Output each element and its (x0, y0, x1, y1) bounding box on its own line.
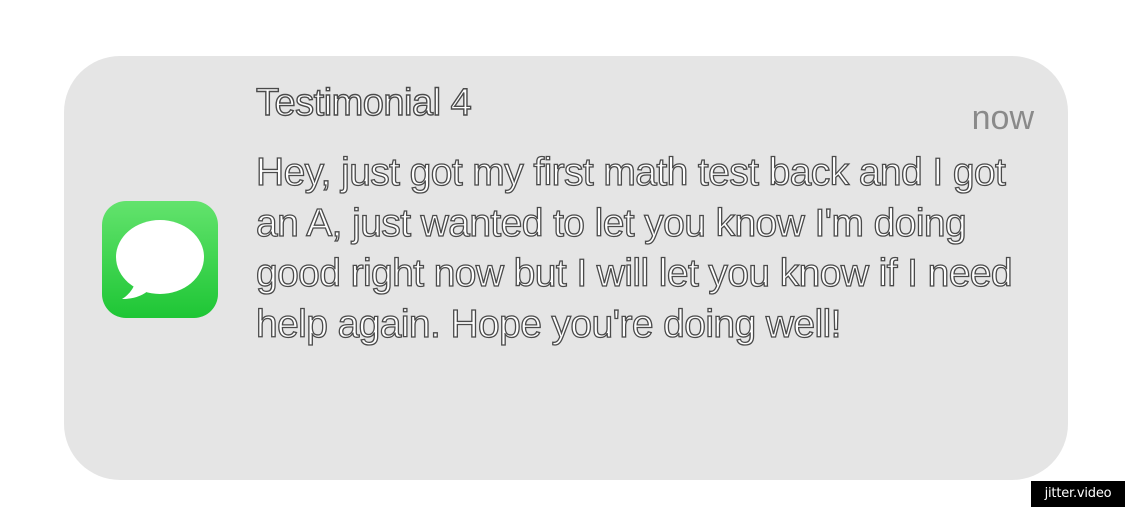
notification-body: Hey, just got my first math test back an… (255, 150, 1013, 346)
canvas: Testimonial 4 now Hey, just got my first… (0, 0, 1138, 520)
notification-card[interactable]: Testimonial 4 now Hey, just got my first… (64, 56, 1068, 480)
watermark-badge[interactable]: jitter.video (1031, 481, 1125, 507)
notification-title: Testimonial 4 (255, 81, 472, 124)
messages-icon (102, 201, 218, 318)
notification-timestamp: now (971, 99, 1034, 137)
